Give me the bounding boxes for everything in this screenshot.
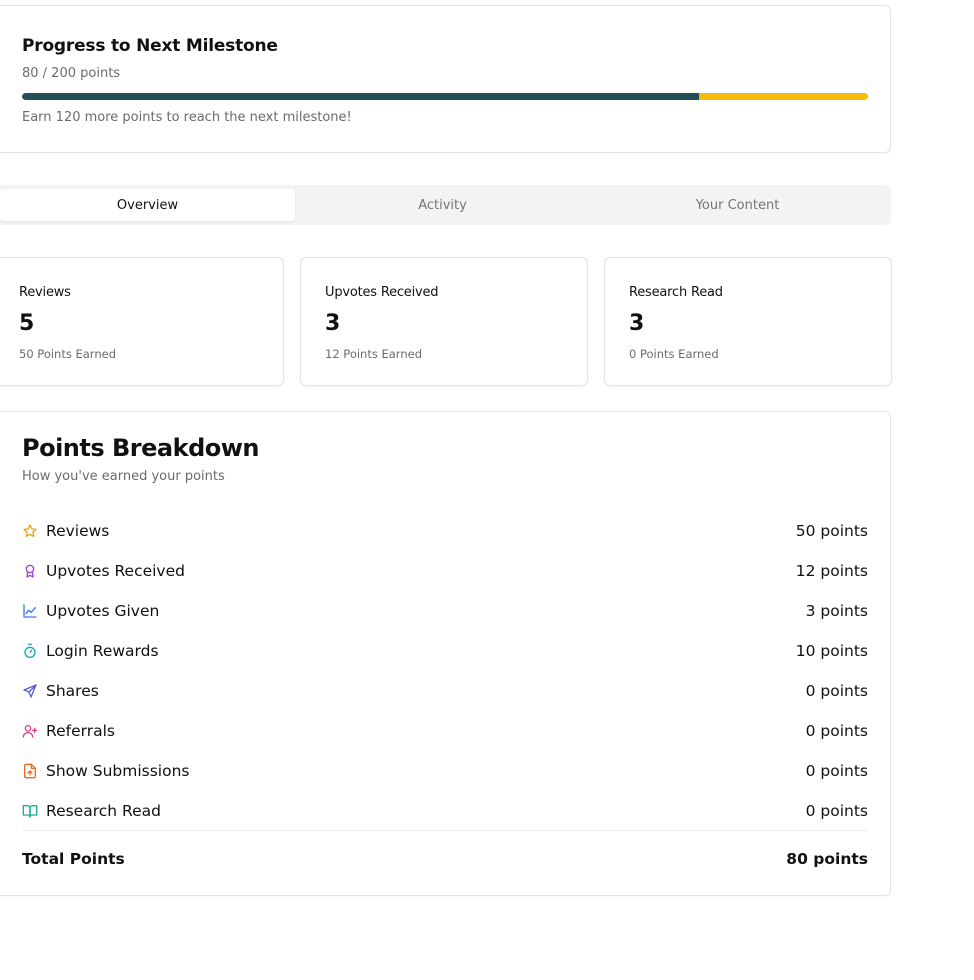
milestone-progress-fill — [22, 93, 699, 100]
file-upload-icon — [22, 763, 38, 779]
stat-value: 3 — [629, 311, 645, 336]
total-label: Total Points — [22, 850, 125, 868]
breakdown-row-shares: Shares 0 points — [22, 671, 868, 711]
breakdown-points: 0 points — [805, 682, 868, 700]
send-icon — [22, 683, 38, 699]
breakdown-row-login-rewards: Login Rewards 10 points — [22, 631, 868, 671]
tab-overview[interactable]: Overview — [0, 189, 295, 221]
stat-card-upvotes-received: Upvotes Received 3 12 Points Earned — [300, 257, 588, 386]
stat-earned: 0 Points Earned — [629, 347, 719, 361]
breakdown-points: 3 points — [805, 602, 868, 620]
stat-earned: 50 Points Earned — [19, 347, 116, 361]
breakdown-divider — [22, 830, 868, 831]
milestone-card: Progress to Next Milestone 80 / 200 poin… — [0, 5, 891, 153]
breakdown-points: 10 points — [795, 642, 868, 660]
trending-up-icon — [22, 603, 38, 619]
breakdown-row-upvotes-received: Upvotes Received 12 points — [22, 551, 868, 591]
breakdown-label: Research Read — [46, 802, 161, 820]
breakdown-label: Referrals — [46, 722, 115, 740]
stat-value: 5 — [19, 311, 35, 336]
stat-label: Upvotes Received — [325, 285, 439, 300]
breakdown-label: Show Submissions — [46, 762, 190, 780]
milestone-hint: Earn 120 more points to reach the next m… — [22, 110, 352, 125]
timer-icon — [22, 643, 38, 659]
tab-bar: Overview Activity Your Content — [0, 185, 891, 225]
user-plus-icon — [22, 723, 38, 739]
breakdown-row-show-submissions: Show Submissions 0 points — [22, 751, 868, 791]
stat-value: 3 — [325, 311, 341, 336]
stat-label: Reviews — [19, 285, 71, 300]
breakdown-points: 12 points — [795, 562, 868, 580]
tab-activity[interactable]: Activity — [295, 189, 590, 221]
book-open-icon — [22, 803, 38, 819]
star-icon — [22, 523, 38, 539]
stat-earned: 12 Points Earned — [325, 347, 422, 361]
breakdown-points: 0 points — [805, 762, 868, 780]
breakdown-row-upvotes-given: Upvotes Given 3 points — [22, 591, 868, 631]
stat-card-reviews: Reviews 5 50 Points Earned — [0, 257, 284, 386]
breakdown-list: Reviews 50 points Upvotes Received 12 po… — [22, 511, 868, 831]
breakdown-row-reviews: Reviews 50 points — [22, 511, 868, 551]
stat-card-research-read: Research Read 3 0 Points Earned — [604, 257, 892, 386]
tab-your-content[interactable]: Your Content — [590, 189, 885, 221]
breakdown-row-research-read: Research Read 0 points — [22, 791, 868, 831]
breakdown-title: Points Breakdown — [22, 434, 260, 462]
breakdown-points: 50 points — [795, 522, 868, 540]
breakdown-label: Login Rewards — [46, 642, 159, 660]
breakdown-row-referrals: Referrals 0 points — [22, 711, 868, 751]
total-value: 80 points — [786, 850, 868, 868]
breakdown-points: 0 points — [805, 802, 868, 820]
award-icon — [22, 563, 38, 579]
milestone-progress-bar — [22, 93, 868, 100]
breakdown-total-row: Total Points 80 points — [22, 850, 868, 868]
milestone-title: Progress to Next Milestone — [22, 36, 278, 56]
breakdown-label: Reviews — [46, 522, 110, 540]
breakdown-points: 0 points — [805, 722, 868, 740]
stat-label: Research Read — [629, 285, 723, 300]
breakdown-label: Upvotes Given — [46, 602, 160, 620]
breakdown-label: Shares — [46, 682, 99, 700]
points-breakdown-card: Points Breakdown How you've earned your … — [0, 411, 891, 896]
milestone-progress-text: 80 / 200 points — [22, 66, 121, 81]
breakdown-subtitle: How you've earned your points — [22, 469, 225, 484]
breakdown-label: Upvotes Received — [46, 562, 185, 580]
